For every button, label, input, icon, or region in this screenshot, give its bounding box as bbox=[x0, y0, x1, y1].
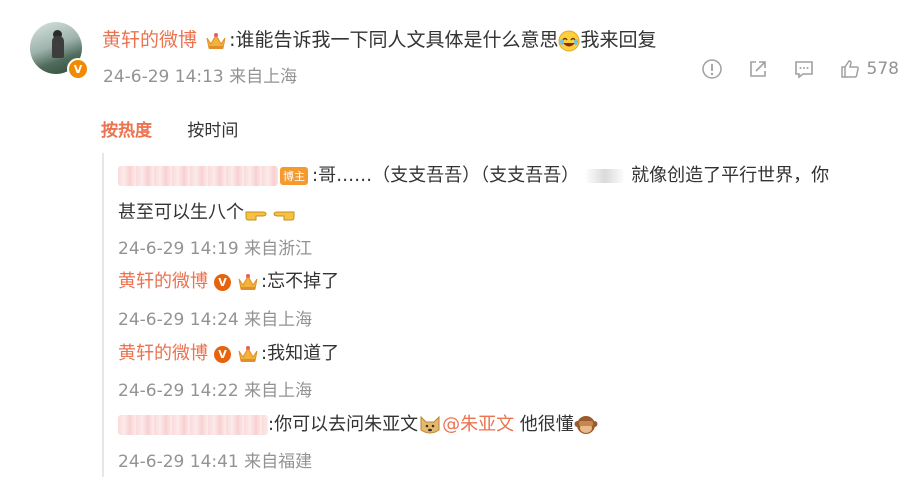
post-meta: 24-6-29 14:13 来自上海 bbox=[103, 62, 297, 87]
tab-sort-by-time[interactable]: 按时间 bbox=[187, 121, 238, 141]
replies-list: 博主:哥……（支支吾吾）（支支吾吾） 就像创造了平行世界，你 甚至可以生八个 24… bbox=[102, 153, 901, 477]
reply-4-text-a: :你可以去问朱亚文 bbox=[268, 414, 419, 435]
sort-tabs: 按热度 按时间 bbox=[101, 116, 238, 141]
reply-4-line: :你可以去问朱亚文 @朱亚文 他很懂 bbox=[118, 410, 598, 436]
reply-4-meta: 24-6-29 14:41 来自福建 bbox=[118, 447, 312, 472]
doge-emoji-icon bbox=[420, 415, 440, 434]
share-button[interactable] bbox=[747, 58, 769, 80]
reply-2-location: 来自上海 bbox=[244, 310, 313, 330]
reply-2-line: 黄轩的微博 V :忘不掉了 bbox=[118, 267, 339, 293]
crown-icon bbox=[238, 346, 258, 362]
crown-icon bbox=[206, 32, 226, 49]
reply-2-username[interactable]: 黄轩的微博 bbox=[118, 271, 208, 292]
post-time: 24-6-29 14:13 bbox=[103, 67, 224, 87]
reply-4-username-redacted[interactable] bbox=[118, 415, 268, 435]
reply-1-meta: 24-6-29 14:19 来自浙江 bbox=[118, 234, 312, 259]
reply-2-text: :忘不掉了 bbox=[261, 271, 340, 292]
crown-icon bbox=[238, 274, 258, 290]
reply-3-username[interactable]: 黄轩的微博 bbox=[118, 343, 208, 364]
reply-3-text: :我知道了 bbox=[261, 343, 340, 364]
avatar-figure bbox=[52, 36, 64, 58]
reply-4-time: 24-6-29 14:41 bbox=[118, 452, 239, 472]
post-content: 黄轩的微博 :谁能告诉我一下同人文具体是什么意思 我来回复 bbox=[102, 25, 656, 52]
reply-1-line-1: 博主:哥……（支支吾吾）（支支吾吾） 就像创造了平行世界，你 bbox=[118, 161, 829, 187]
reply-4-location: 来自福建 bbox=[244, 452, 313, 472]
report-icon bbox=[701, 59, 722, 79]
reply-3-meta: 24-6-29 14:22 来自上海 bbox=[118, 376, 312, 401]
pointing-right-hand-icon bbox=[245, 211, 267, 221]
reply-1-text-b: 就像创造了平行世界，你 bbox=[631, 165, 830, 186]
reply-1-time: 24-6-29 14:19 bbox=[118, 239, 239, 259]
pointing-left-hand-icon bbox=[273, 211, 295, 221]
reply-1-username-redacted[interactable] bbox=[118, 166, 278, 186]
comment-button[interactable] bbox=[793, 58, 815, 80]
like-button[interactable]: 578 bbox=[839, 58, 899, 80]
laughing-emoji-icon bbox=[558, 30, 580, 51]
see-no-evil-monkey-icon bbox=[574, 416, 598, 434]
reply-1-redacted-segment bbox=[585, 169, 626, 183]
verified-icon: V bbox=[214, 345, 231, 363]
reply-1-location: 来自浙江 bbox=[244, 239, 313, 259]
reply-1-text-c: 甚至可以生八个 bbox=[118, 202, 244, 223]
like-count: 578 bbox=[866, 59, 899, 79]
post-text-tail: 我来回复 bbox=[580, 29, 657, 51]
post-text: :谁能告诉我一下同人文具体是什么意思 bbox=[229, 29, 559, 51]
report-button[interactable] bbox=[701, 58, 723, 80]
verified-icon: V bbox=[214, 273, 231, 291]
share-icon bbox=[749, 61, 766, 77]
post-actions: 578 bbox=[677, 58, 899, 80]
thumbs-up-icon bbox=[840, 60, 859, 78]
reply-3-location: 来自上海 bbox=[244, 381, 313, 401]
reply-4-text-b: 他很懂 bbox=[514, 414, 574, 435]
author-badge: 博主 bbox=[280, 167, 308, 185]
post-username[interactable]: 黄轩的微博 bbox=[102, 29, 197, 51]
comment-icon bbox=[794, 61, 813, 79]
reply-2-time: 24-6-29 14:24 bbox=[118, 310, 239, 330]
reply-4-mention-link[interactable]: @朱亚文 bbox=[442, 414, 514, 435]
reply-2-meta: 24-6-29 14:24 来自上海 bbox=[118, 305, 312, 330]
reply-3-line: 黄轩的微博 V :我知道了 bbox=[118, 339, 339, 365]
reply-1-line-2: 甚至可以生八个 bbox=[118, 198, 296, 224]
reply-3-time: 24-6-29 14:22 bbox=[118, 381, 239, 401]
tab-sort-by-hot[interactable]: 按热度 bbox=[101, 121, 152, 141]
post-location: 来自上海 bbox=[229, 67, 298, 87]
verified-badge: V bbox=[67, 58, 89, 80]
reply-1-text-a: :哥……（支支吾吾）（支支吾吾） bbox=[312, 165, 580, 186]
